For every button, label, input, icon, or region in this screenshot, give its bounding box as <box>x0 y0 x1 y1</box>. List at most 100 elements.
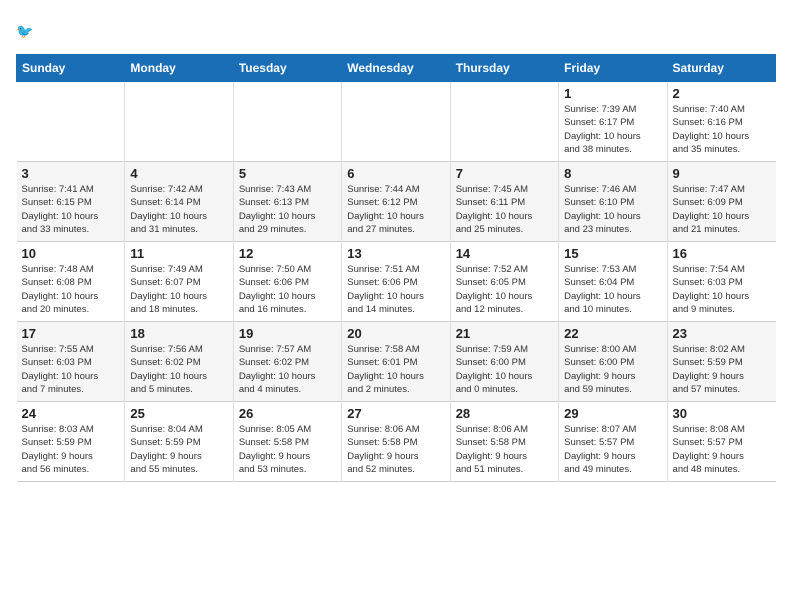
day-info: Sunrise: 8:07 AM Sunset: 5:57 PM Dayligh… <box>564 423 661 476</box>
day-info: Sunrise: 8:08 AM Sunset: 5:57 PM Dayligh… <box>673 423 771 476</box>
day-number: 5 <box>239 166 336 181</box>
day-number: 1 <box>564 86 661 101</box>
day-info: Sunrise: 7:45 AM Sunset: 6:11 PM Dayligh… <box>456 183 553 236</box>
calendar-day: 8 Sunrise: 7:46 AM Sunset: 6:10 PM Daylig… <box>559 162 667 242</box>
calendar-day: 7 Sunrise: 7:45 AM Sunset: 6:11 PM Daylig… <box>450 162 558 242</box>
calendar-day: 16 Sunrise: 7:54 AM Sunset: 6:03 PM Dayli… <box>667 242 775 322</box>
calendar-day: 14Sunrise: 7:52 AM Sunset: 6:05 PM Dayli… <box>450 242 558 322</box>
calendar-day: 19 Sunrise: 7:57 AM Sunset: 6:02 PM Dayli… <box>233 322 341 402</box>
calendar-day: 15 Sunrise: 7:53 AM Sunset: 6:04 PM Dayli… <box>559 242 667 322</box>
day-info: Sunrise: 7:54 AM Sunset: 6:03 PM Dayligh… <box>673 263 771 316</box>
day-number: 16 <box>673 246 771 261</box>
day-number: 23 <box>673 326 771 341</box>
calendar-week-row: 24 Sunrise: 8:03 AM Sunset: 5:59 PM Dayli… <box>17 402 776 482</box>
calendar-day <box>17 82 125 162</box>
day-number: 11 <box>130 246 227 261</box>
calendar-day: 25Sunrise: 8:04 AM Sunset: 5:59 PM Dayli… <box>125 402 233 482</box>
calendar-day: 4 Sunrise: 7:42 AM Sunset: 6:14 PM Daylig… <box>125 162 233 242</box>
calendar-day: 13 Sunrise: 7:51 AM Sunset: 6:06 PM Dayli… <box>342 242 450 322</box>
day-info: Sunrise: 7:55 AM Sunset: 6:03 PM Dayligh… <box>22 343 120 396</box>
calendar-day <box>450 82 558 162</box>
day-number: 21 <box>456 326 553 341</box>
day-info: Sunrise: 7:57 AM Sunset: 6:02 PM Dayligh… <box>239 343 336 396</box>
day-number: 22 <box>564 326 661 341</box>
calendar-day: 22 Sunrise: 8:00 AM Sunset: 6:00 PM Dayli… <box>559 322 667 402</box>
day-info: Sunrise: 7:51 AM Sunset: 6:06 PM Dayligh… <box>347 263 444 316</box>
calendar-day: 12 Sunrise: 7:50 AM Sunset: 6:06 PM Dayli… <box>233 242 341 322</box>
day-info: Sunrise: 7:53 AM Sunset: 6:04 PM Dayligh… <box>564 263 661 316</box>
calendar-day: 27Sunrise: 8:06 AM Sunset: 5:58 PM Dayli… <box>342 402 450 482</box>
calendar-day: 1 Sunrise: 7:39 AM Sunset: 6:17 PM Daylig… <box>559 82 667 162</box>
day-number: 2 <box>673 86 771 101</box>
page-header: 🐦 <box>16 16 776 44</box>
day-number: 12 <box>239 246 336 261</box>
day-info: Sunrise: 8:03 AM Sunset: 5:59 PM Dayligh… <box>22 423 120 476</box>
day-info: Sunrise: 7:39 AM Sunset: 6:17 PM Dayligh… <box>564 103 661 156</box>
day-number: 26 <box>239 406 336 421</box>
day-info: Sunrise: 7:42 AM Sunset: 6:14 PM Dayligh… <box>130 183 227 236</box>
calendar-day: 30Sunrise: 8:08 AM Sunset: 5:57 PM Dayli… <box>667 402 775 482</box>
calendar-day: 17Sunrise: 7:55 AM Sunset: 6:03 PM Dayli… <box>17 322 125 402</box>
calendar-day <box>125 82 233 162</box>
day-info: Sunrise: 8:02 AM Sunset: 5:59 PM Dayligh… <box>673 343 771 396</box>
day-info: Sunrise: 7:56 AM Sunset: 6:02 PM Dayligh… <box>130 343 227 396</box>
day-info: Sunrise: 7:59 AM Sunset: 6:00 PM Dayligh… <box>456 343 553 396</box>
weekday-header: Saturday <box>667 55 775 82</box>
day-number: 29 <box>564 406 661 421</box>
calendar-day: 3 Sunrise: 7:41 AM Sunset: 6:15 PM Daylig… <box>17 162 125 242</box>
calendar-week-row: 3 Sunrise: 7:41 AM Sunset: 6:15 PM Daylig… <box>17 162 776 242</box>
logo: 🐦 <box>16 16 50 44</box>
day-info: Sunrise: 7:50 AM Sunset: 6:06 PM Dayligh… <box>239 263 336 316</box>
day-number: 15 <box>564 246 661 261</box>
day-info: Sunrise: 7:48 AM Sunset: 6:08 PM Dayligh… <box>22 263 120 316</box>
weekday-header: Wednesday <box>342 55 450 82</box>
calendar-day: 11 Sunrise: 7:49 AM Sunset: 6:07 PM Dayli… <box>125 242 233 322</box>
day-number: 8 <box>564 166 661 181</box>
calendar-day: 28 Sunrise: 8:06 AM Sunset: 5:58 PM Dayli… <box>450 402 558 482</box>
day-number: 24 <box>22 406 120 421</box>
day-number: 3 <box>22 166 120 181</box>
calendar-day: 23 Sunrise: 8:02 AM Sunset: 5:59 PM Dayli… <box>667 322 775 402</box>
day-number: 18 <box>130 326 227 341</box>
day-info: Sunrise: 8:00 AM Sunset: 6:00 PM Dayligh… <box>564 343 661 396</box>
day-number: 20 <box>347 326 444 341</box>
day-info: Sunrise: 7:47 AM Sunset: 6:09 PM Dayligh… <box>673 183 771 236</box>
day-number: 9 <box>673 166 771 181</box>
day-number: 14 <box>456 246 553 261</box>
calendar-day: 26 Sunrise: 8:05 AM Sunset: 5:58 PM Dayli… <box>233 402 341 482</box>
calendar-day <box>233 82 341 162</box>
calendar-day: 29 Sunrise: 8:07 AM Sunset: 5:57 PM Dayli… <box>559 402 667 482</box>
calendar-day: 10 Sunrise: 7:48 AM Sunset: 6:08 PM Dayli… <box>17 242 125 322</box>
weekday-header: Tuesday <box>233 55 341 82</box>
day-info: Sunrise: 8:06 AM Sunset: 5:58 PM Dayligh… <box>347 423 444 476</box>
calendar-day: 20 Sunrise: 7:58 AM Sunset: 6:01 PM Dayli… <box>342 322 450 402</box>
weekday-header: Thursday <box>450 55 558 82</box>
calendar-week-row: 17Sunrise: 7:55 AM Sunset: 6:03 PM Dayli… <box>17 322 776 402</box>
logo-icon: 🐦 <box>16 16 46 44</box>
calendar-day: 9 Sunrise: 7:47 AM Sunset: 6:09 PM Daylig… <box>667 162 775 242</box>
day-number: 25 <box>130 406 227 421</box>
day-info: Sunrise: 7:46 AM Sunset: 6:10 PM Dayligh… <box>564 183 661 236</box>
calendar-week-row: 10 Sunrise: 7:48 AM Sunset: 6:08 PM Dayli… <box>17 242 776 322</box>
day-info: Sunrise: 7:43 AM Sunset: 6:13 PM Dayligh… <box>239 183 336 236</box>
day-info: Sunrise: 7:40 AM Sunset: 6:16 PM Dayligh… <box>673 103 771 156</box>
svg-text:🐦: 🐦 <box>16 23 33 39</box>
calendar-day: 24 Sunrise: 8:03 AM Sunset: 5:59 PM Dayli… <box>17 402 125 482</box>
day-info: Sunrise: 7:58 AM Sunset: 6:01 PM Dayligh… <box>347 343 444 396</box>
calendar-day: 5 Sunrise: 7:43 AM Sunset: 6:13 PM Daylig… <box>233 162 341 242</box>
calendar-day: 18 Sunrise: 7:56 AM Sunset: 6:02 PM Dayli… <box>125 322 233 402</box>
day-info: Sunrise: 8:05 AM Sunset: 5:58 PM Dayligh… <box>239 423 336 476</box>
day-number: 19 <box>239 326 336 341</box>
day-number: 7 <box>456 166 553 181</box>
day-number: 28 <box>456 406 553 421</box>
day-number: 13 <box>347 246 444 261</box>
weekday-header: Sunday <box>17 55 125 82</box>
day-info: Sunrise: 8:06 AM Sunset: 5:58 PM Dayligh… <box>456 423 553 476</box>
day-number: 10 <box>22 246 120 261</box>
day-info: Sunrise: 7:41 AM Sunset: 6:15 PM Dayligh… <box>22 183 120 236</box>
day-info: Sunrise: 7:49 AM Sunset: 6:07 PM Dayligh… <box>130 263 227 316</box>
day-number: 6 <box>347 166 444 181</box>
day-number: 4 <box>130 166 227 181</box>
calendar-day: 21 Sunrise: 7:59 AM Sunset: 6:00 PM Dayli… <box>450 322 558 402</box>
calendar-week-row: 1 Sunrise: 7:39 AM Sunset: 6:17 PM Daylig… <box>17 82 776 162</box>
